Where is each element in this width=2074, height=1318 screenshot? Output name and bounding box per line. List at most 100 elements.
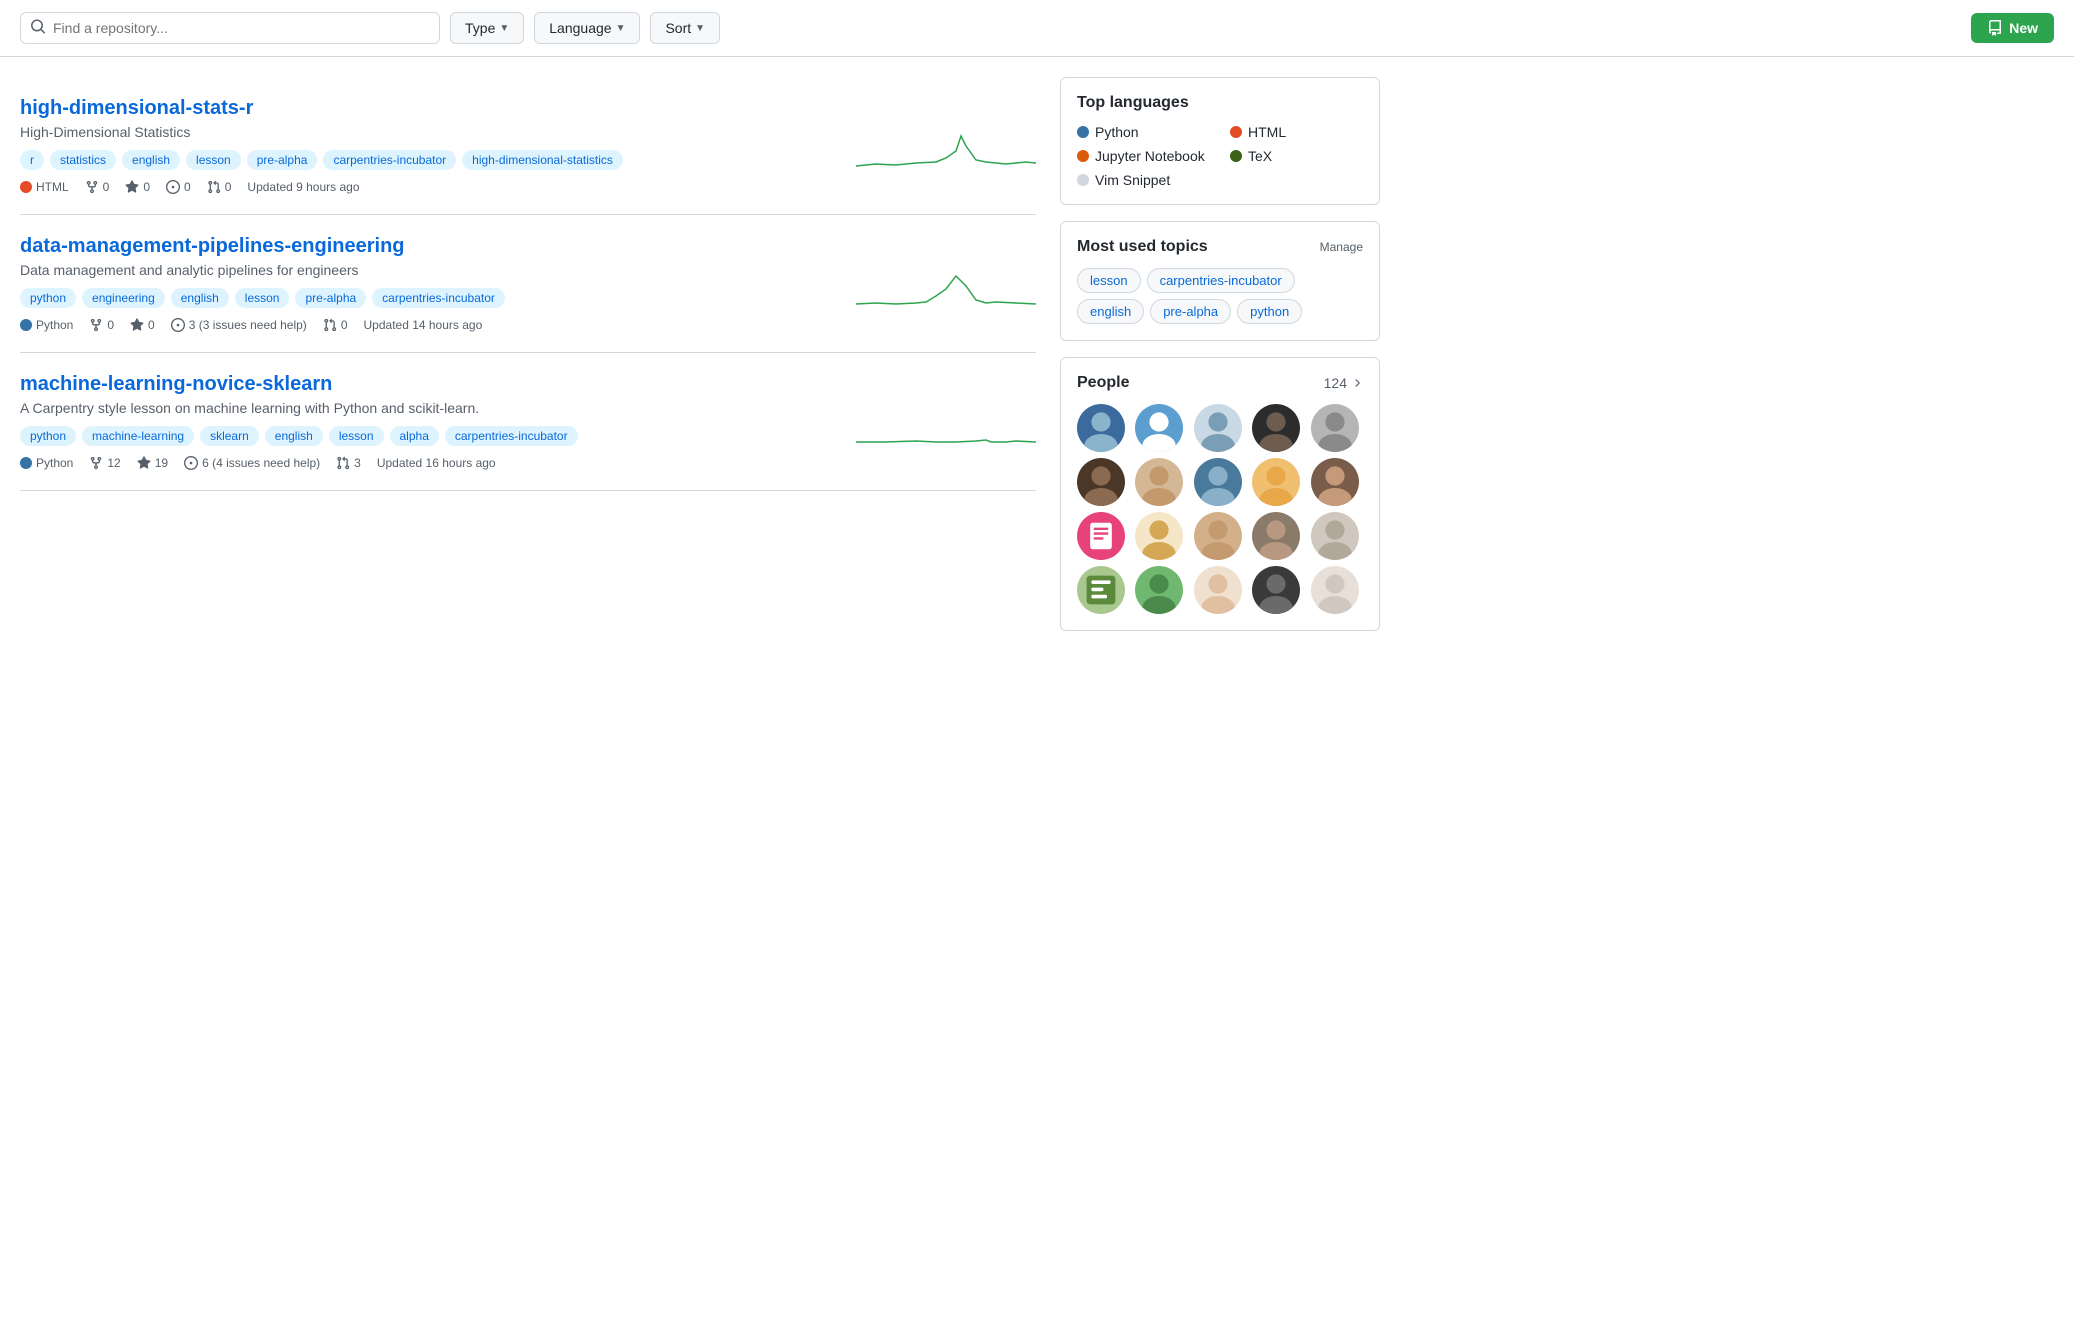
search-icon bbox=[30, 19, 46, 38]
lang-item-html[interactable]: HTML bbox=[1230, 124, 1363, 140]
topics-title: Most used topics bbox=[1077, 238, 1208, 256]
avatar-15[interactable] bbox=[1311, 512, 1359, 560]
repo-forks[interactable]: 12 bbox=[89, 456, 120, 470]
repo-item: data-management-pipelines-engineering Da… bbox=[20, 215, 1036, 353]
repo-info: machine-learning-novice-sklearn A Carpen… bbox=[20, 373, 840, 470]
tag-pre-alpha[interactable]: pre-alpha bbox=[295, 288, 366, 308]
tag-lesson[interactable]: lesson bbox=[186, 150, 241, 170]
repo-tags: python engineering english lesson pre-al… bbox=[20, 288, 840, 308]
sort-dropdown[interactable]: Sort ▼ bbox=[650, 12, 720, 44]
topic-carpentries-incubator[interactable]: carpentries-incubator bbox=[1147, 268, 1295, 293]
tag-english[interactable]: english bbox=[122, 150, 180, 170]
repo-prs[interactable]: 3 bbox=[336, 456, 361, 470]
lang-row-1: Python HTML bbox=[1077, 124, 1363, 140]
topic-python[interactable]: python bbox=[1237, 299, 1302, 324]
lang-item-python[interactable]: Python bbox=[1077, 124, 1210, 140]
avatar-11[interactable] bbox=[1077, 512, 1125, 560]
tag-machine-learning[interactable]: machine-learning bbox=[82, 426, 194, 446]
tag-lesson[interactable]: lesson bbox=[235, 288, 290, 308]
tag-carpentries-incubator[interactable]: carpentries-incubator bbox=[372, 288, 505, 308]
lang-dot-python bbox=[20, 457, 32, 469]
avatar-4[interactable] bbox=[1252, 404, 1300, 452]
tag-lesson[interactable]: lesson bbox=[329, 426, 384, 446]
repo-forks[interactable]: 0 bbox=[85, 180, 110, 194]
repo-updated: Updated 14 hours ago bbox=[364, 318, 483, 332]
repo-language: Python bbox=[20, 318, 73, 332]
tag-english[interactable]: english bbox=[265, 426, 323, 446]
avatar-18[interactable] bbox=[1194, 566, 1242, 614]
repo-meta: Python 12 19 6 (4 issues need help) bbox=[20, 456, 840, 470]
most-used-topics-card: Most used topics Manage lesson carpentri… bbox=[1060, 221, 1380, 341]
lang-item-tex[interactable]: TeX bbox=[1230, 148, 1363, 164]
avatar-8[interactable] bbox=[1194, 458, 1242, 506]
topics-header: Most used topics Manage bbox=[1077, 238, 1363, 256]
avatar-5[interactable] bbox=[1311, 404, 1359, 452]
tag-english[interactable]: english bbox=[171, 288, 229, 308]
languages-list: Python HTML Jupyter Notebook TeX bbox=[1077, 124, 1363, 188]
tag-high-dimensional-statistics[interactable]: high-dimensional-statistics bbox=[462, 150, 623, 170]
type-chevron-icon: ▼ bbox=[499, 23, 509, 34]
avatar-3[interactable] bbox=[1194, 404, 1242, 452]
manage-link[interactable]: Manage bbox=[1320, 240, 1363, 254]
repo-name-link[interactable]: machine-learning-novice-sklearn bbox=[20, 373, 332, 395]
tag-carpentries-incubator[interactable]: carpentries-incubator bbox=[445, 426, 578, 446]
repo-stars[interactable]: 0 bbox=[125, 180, 150, 194]
avatar-1[interactable] bbox=[1077, 404, 1125, 452]
avatar-16[interactable] bbox=[1077, 566, 1125, 614]
tag-alpha[interactable]: alpha bbox=[390, 426, 439, 446]
repo-updated: Updated 9 hours ago bbox=[247, 180, 359, 194]
topic-pre-alpha[interactable]: pre-alpha bbox=[1150, 299, 1231, 324]
people-count-link[interactable]: 124 bbox=[1324, 375, 1363, 391]
avatar-20[interactable] bbox=[1311, 566, 1359, 614]
tag-python[interactable]: python bbox=[20, 288, 76, 308]
lang-item-jupyter[interactable]: Jupyter Notebook bbox=[1077, 148, 1210, 164]
avatar-12[interactable] bbox=[1135, 512, 1183, 560]
repo-updated: Updated 16 hours ago bbox=[377, 456, 496, 470]
repo-prs[interactable]: 0 bbox=[207, 180, 232, 194]
avatar-14[interactable] bbox=[1252, 512, 1300, 560]
lang-dot-vim bbox=[1077, 174, 1089, 186]
tag-r[interactable]: r bbox=[20, 150, 44, 170]
type-dropdown[interactable]: Type ▼ bbox=[450, 12, 524, 44]
activity-chart-3 bbox=[856, 392, 1036, 452]
repo-description: A Carpentry style lesson on machine lear… bbox=[20, 400, 840, 416]
avatar-2[interactable] bbox=[1135, 404, 1183, 452]
people-card: People 124 bbox=[1060, 357, 1380, 631]
topic-english[interactable]: english bbox=[1077, 299, 1144, 324]
repo-language: HTML bbox=[20, 180, 69, 194]
activity-chart-1 bbox=[856, 116, 1036, 176]
repo-stars[interactable]: 0 bbox=[130, 318, 155, 332]
avatar-13[interactable] bbox=[1194, 512, 1242, 560]
repo-issues[interactable]: 0 bbox=[166, 180, 191, 194]
repo-stars[interactable]: 19 bbox=[137, 456, 168, 470]
avatar-17[interactable] bbox=[1135, 566, 1183, 614]
avatar-10[interactable] bbox=[1311, 458, 1359, 506]
avatar-19[interactable] bbox=[1252, 566, 1300, 614]
tag-statistics[interactable]: statistics bbox=[50, 150, 116, 170]
lang-dot-python bbox=[1077, 126, 1089, 138]
tag-sklearn[interactable]: sklearn bbox=[200, 426, 259, 446]
main-layout: high-dimensional-stats-r High-Dimensiona… bbox=[0, 57, 1400, 667]
repo-name-link[interactable]: data-management-pipelines-engineering bbox=[20, 235, 405, 257]
repo-issues[interactable]: 6 (4 issues need help) bbox=[184, 456, 320, 470]
repo-info: high-dimensional-stats-r High-Dimensiona… bbox=[20, 97, 840, 194]
avatar-7[interactable] bbox=[1135, 458, 1183, 506]
repo-tags: python machine-learning sklearn english … bbox=[20, 426, 840, 446]
people-header: People 124 bbox=[1077, 374, 1363, 392]
avatar-9[interactable] bbox=[1252, 458, 1300, 506]
tag-python[interactable]: python bbox=[20, 426, 76, 446]
repo-name-link[interactable]: high-dimensional-stats-r bbox=[20, 97, 253, 119]
tag-engineering[interactable]: engineering bbox=[82, 288, 165, 308]
tag-carpentries-incubator[interactable]: carpentries-incubator bbox=[323, 150, 456, 170]
avatar-6[interactable] bbox=[1077, 458, 1125, 506]
search-input[interactable] bbox=[20, 12, 440, 44]
lang-item-vim[interactable]: Vim Snippet bbox=[1077, 172, 1363, 188]
repo-prs[interactable]: 0 bbox=[323, 318, 348, 332]
repo-issues[interactable]: 3 (3 issues need help) bbox=[171, 318, 307, 332]
language-dropdown[interactable]: Language ▼ bbox=[534, 12, 640, 44]
repo-forks[interactable]: 0 bbox=[89, 318, 114, 332]
repo-list: high-dimensional-stats-r High-Dimensiona… bbox=[20, 77, 1036, 647]
topic-lesson[interactable]: lesson bbox=[1077, 268, 1141, 293]
tag-pre-alpha[interactable]: pre-alpha bbox=[247, 150, 318, 170]
new-button[interactable]: New bbox=[1971, 13, 2054, 43]
